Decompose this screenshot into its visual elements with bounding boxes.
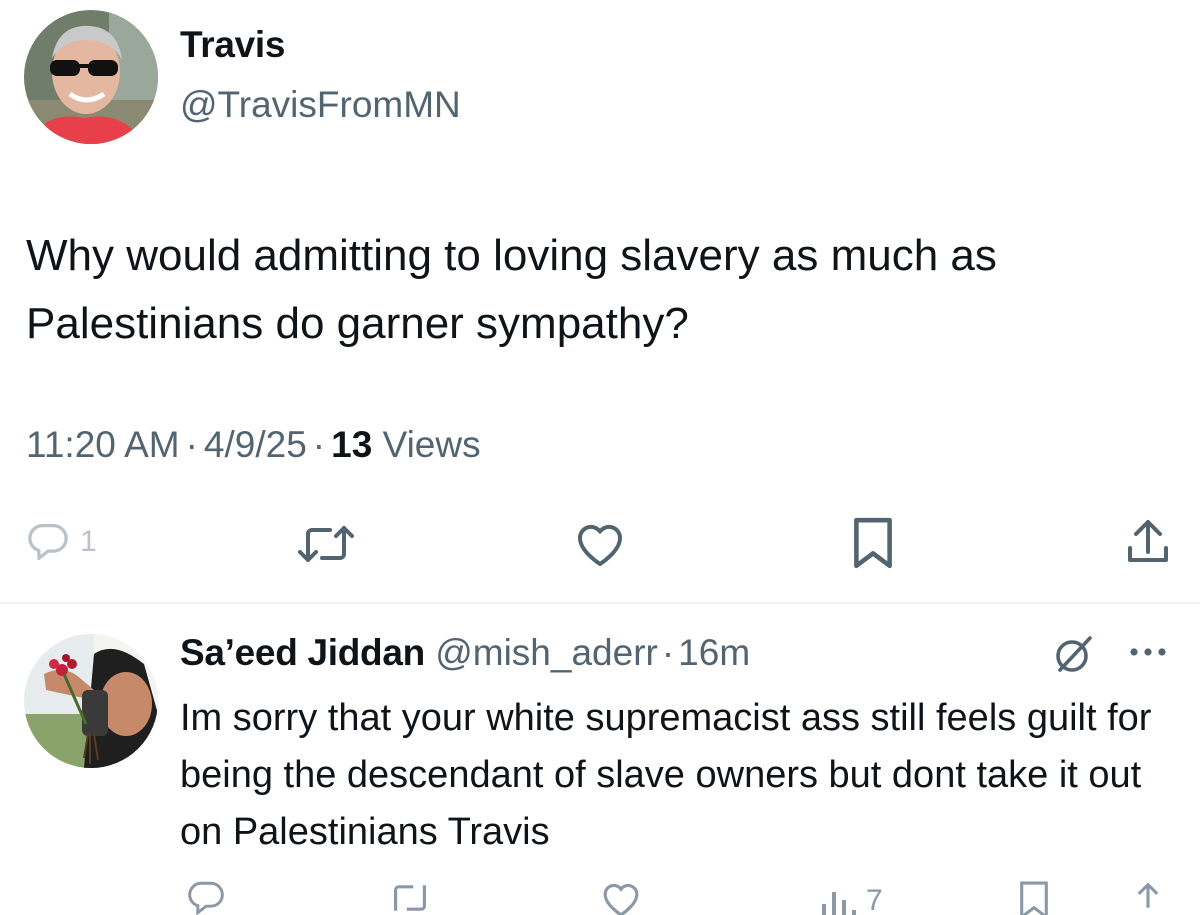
bookmark-icon <box>854 517 892 569</box>
bookmark-icon <box>1020 881 1048 915</box>
reply-author-name[interactable]: Sa’eed Jiddan <box>180 632 425 673</box>
share-icon <box>1137 882 1159 908</box>
reply-button[interactable]: 1 <box>26 522 97 562</box>
reply-separator: · <box>661 632 675 673</box>
more-button[interactable] <box>1126 642 1170 667</box>
share-icon <box>1128 520 1168 562</box>
reply-share-button[interactable] <box>1128 880 1168 915</box>
reply-text: Im sorry that your white supremacist ass… <box>180 697 1152 853</box>
reply-reply-button[interactable] <box>186 880 226 915</box>
views-label[interactable]: Views <box>383 424 481 465</box>
more-icon <box>1130 648 1166 656</box>
reply-like-button[interactable] <box>600 880 642 915</box>
reply-count: 1 <box>80 525 97 558</box>
reply-retweet-button[interactable] <box>386 880 434 915</box>
meta-separator: · <box>185 424 198 465</box>
reply-author-handle[interactable]: @mish_aderr <box>435 632 658 673</box>
like-button[interactable] <box>574 520 626 568</box>
bookmark-button[interactable] <box>852 516 894 570</box>
meta-separator: · <box>312 424 326 465</box>
divider <box>0 602 1200 604</box>
heart-icon <box>603 883 639 915</box>
tweet-time[interactable]: 11:20 AM <box>26 424 180 465</box>
retweet-icon <box>394 885 426 911</box>
author-handle[interactable]: @TravisFromMN <box>180 84 461 126</box>
reply-views-count: 7 <box>866 884 883 915</box>
reply-header: Sa’eed Jiddan @mish_aderr · 16m <box>180 632 750 674</box>
reply-author-avatar[interactable] <box>24 634 158 768</box>
reply-icon <box>188 881 224 915</box>
author-avatar[interactable] <box>24 10 158 144</box>
share-button[interactable] <box>1124 516 1172 568</box>
reply-icon <box>28 524 68 560</box>
grok-button[interactable] <box>1052 632 1096 681</box>
main-tweet: Travis @TravisFromMN Why would admitting… <box>0 0 1200 603</box>
tweet-text: Why would admitting to loving slavery as… <box>26 231 997 348</box>
grok-icon <box>1056 636 1092 672</box>
heart-icon <box>577 524 623 566</box>
retweet-button[interactable] <box>296 522 356 566</box>
tweet-meta: 11:20 AM · 4/9/25 · 13 Views <box>26 424 481 466</box>
views-count[interactable]: 13 <box>331 424 372 465</box>
retweet-icon <box>298 526 354 562</box>
reply-time[interactable]: 16m <box>678 632 750 673</box>
reply-views-button[interactable] <box>818 886 858 915</box>
author-name[interactable]: Travis <box>180 24 285 66</box>
views-icon <box>822 892 856 915</box>
tweet-date[interactable]: 4/9/25 <box>204 424 307 465</box>
reply-bookmark-button[interactable] <box>1016 880 1052 915</box>
